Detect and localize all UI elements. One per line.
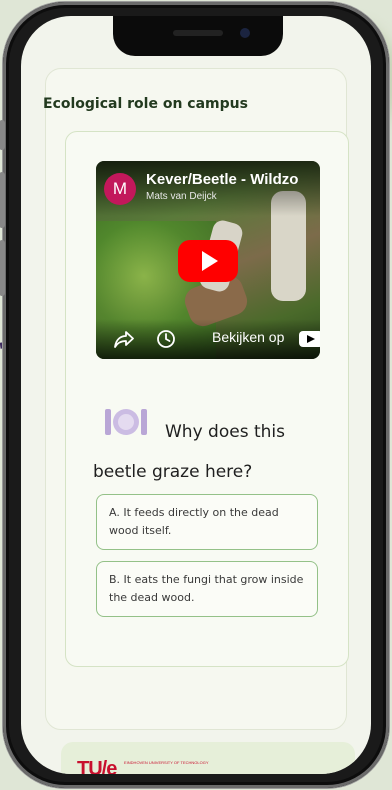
youtube-video-embed[interactable]: M Kever/Beetle - Wildzo Mats van Deijck … [96,161,320,359]
share-icon[interactable] [112,329,134,349]
answer-option-b[interactable]: B. It eats the fungi that grow inside th… [96,561,318,617]
play-button[interactable] [178,240,238,282]
phone-screen: Ecological role on campus M Kever/Beetle… [21,16,371,774]
answer-option-a[interactable]: A. It feeds directly on the dead wood it… [96,494,318,550]
play-icon [202,251,218,271]
channel-avatar[interactable]: M [104,173,136,205]
watch-on-youtube-label[interactable]: Bekijken op [212,329,284,345]
video-title[interactable]: Kever/Beetle - Wildzo [146,171,298,188]
phone-frame: Ecological role on campus M Kever/Beetle… [0,2,389,788]
phone-notch [113,16,283,56]
tue-logo-subtitle: EINDHOVEN UNIVERSITY OF TECHNOLOGY [124,760,209,765]
youtube-logo-icon[interactable] [299,331,320,347]
quiz-question: Why does this beetle graze here? [93,422,285,482]
section-title: Ecological role on campus [43,96,248,112]
watch-later-clock-icon[interactable] [156,329,176,349]
tue-logo[interactable]: TU/e [77,758,117,774]
phone-side-button [0,240,5,296]
phone-side-button [0,172,5,228]
phone-side-button [0,120,5,150]
video-channel-name: Mats van Deijck [146,191,217,202]
speaker-grille [173,30,223,36]
front-camera-icon [240,28,250,38]
